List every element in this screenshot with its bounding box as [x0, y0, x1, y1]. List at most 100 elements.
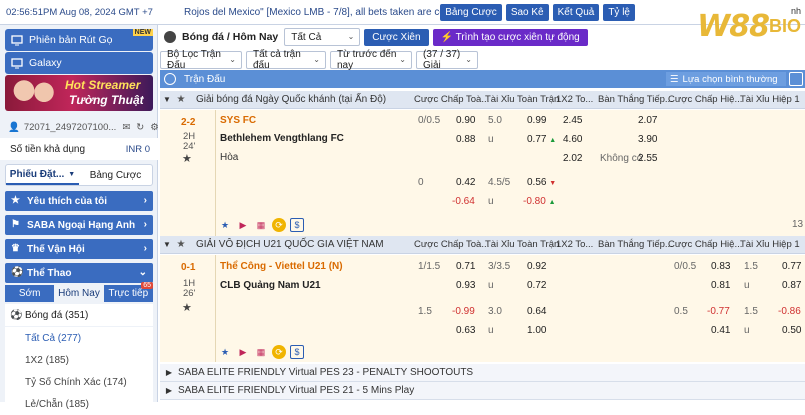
- star-icon[interactable]: ★: [174, 239, 188, 250]
- odds-cell[interactable]: 1.00: [527, 325, 546, 336]
- bet-list-button[interactable]: Bảng Cược: [440, 3, 502, 21]
- category-saba-premier[interactable]: ⚑ SABA Ngoại Hạng Anh ›: [5, 215, 153, 235]
- time-filter-select[interactable]: Từ trước đến nay ⌄: [330, 49, 412, 71]
- market-1x2[interactable]: 1X2 (185): [5, 349, 153, 371]
- match-filter-select[interactable]: Tất cả trận đấu ⌄: [246, 49, 326, 71]
- odds-cell[interactable]: 0.42: [456, 177, 475, 188]
- odds-cell[interactable]: 0.64: [527, 306, 546, 317]
- galaxy-button[interactable]: Galaxy: [5, 52, 153, 74]
- mail-icon[interactable]: ✉: [122, 122, 130, 133]
- refresh-icon[interactable]: ↻: [136, 122, 144, 133]
- league-group-collapsed[interactable]: ▶ SABA ELITE FRIENDLY Virtual PES 21 - 5…: [160, 382, 805, 400]
- odds-cell[interactable]: 0.56 ▼: [527, 177, 556, 188]
- market-all[interactable]: Tất Cả (277): [5, 327, 153, 349]
- odds-cell[interactable]: 0.72: [527, 280, 546, 291]
- medal-icon: ♛: [11, 243, 20, 254]
- odds-cell[interactable]: 0.77: [782, 261, 801, 272]
- league-group-collapsed[interactable]: ▶ SABA ELITE FRIENDLY Virtual PES 23 - P…: [160, 364, 805, 382]
- odds-cell[interactable]: -0.86: [778, 306, 801, 317]
- market-odd-even[interactable]: Lẻ/Chẵn (185): [5, 393, 153, 415]
- odds-cell[interactable]: -0.77: [707, 306, 730, 317]
- tab-live-label: Trực tiếp: [108, 288, 149, 299]
- cashout-icon[interactable]: $: [290, 218, 304, 232]
- odds-cell[interactable]: 0.90: [456, 115, 475, 126]
- tab-early[interactable]: Sớm: [5, 285, 54, 302]
- match-info: [160, 110, 216, 237]
- home-team: Thể Công - Viettel U21 (N): [220, 261, 343, 272]
- news-ticker[interactable]: Rojos del Mexico" [Mexico LMB - 7/8], al…: [168, 7, 440, 18]
- category-favorites[interactable]: ★ Yêu thích của tôi ›: [5, 191, 153, 211]
- sport-soccer-label: Bóng đá: [25, 309, 63, 321]
- video-icon[interactable]: ▶: [236, 345, 250, 359]
- market-oe-label: Lẻ/Chẵn: [25, 398, 63, 410]
- odds-cell[interactable]: 2.02: [563, 153, 582, 164]
- sort-select[interactable]: ☰ Lựa chọn bình thường: [666, 72, 786, 86]
- odds-cell[interactable]: 2.55: [638, 153, 657, 164]
- match-score: 2-2: [181, 117, 196, 128]
- odds-cell[interactable]: 0.81: [711, 280, 730, 291]
- odds-cell[interactable]: 0.77 ▲: [527, 134, 556, 145]
- star-icon[interactable]: ★: [182, 301, 192, 314]
- odds-cell[interactable]: 0.83: [711, 261, 730, 272]
- odds-button[interactable]: Tỷ lệ: [603, 3, 635, 21]
- league-header[interactable]: ▼ ★ Giải bóng đá Ngày Quốc khánh (tại Ấn…: [160, 91, 805, 109]
- odds-cell[interactable]: 0.63: [456, 325, 475, 336]
- odds-cell[interactable]: 2.07: [638, 115, 657, 126]
- hot-streamer-banner[interactable]: Hot Streamer Tường Thuật: [5, 75, 153, 111]
- sport-soccer[interactable]: ⚽ Bóng đá (351): [5, 304, 153, 326]
- expand-icon[interactable]: [789, 72, 803, 86]
- stats-icon[interactable]: ▦: [254, 345, 268, 359]
- star-icon[interactable]: ★: [174, 94, 188, 105]
- category-sports[interactable]: ⚽ Thể Thao ⌄: [5, 263, 153, 283]
- odds-cell[interactable]: 0.92: [527, 261, 546, 272]
- star-icon[interactable]: ★: [182, 152, 192, 165]
- tab-bet-slip[interactable]: Phiếu Đặt... ▼: [6, 165, 79, 185]
- odds-cell[interactable]: 0.99: [527, 115, 546, 126]
- odds-cell[interactable]: 0.87: [782, 280, 801, 291]
- odds-cell[interactable]: 3.90: [638, 134, 657, 145]
- tab-today[interactable]: Hôm Nay: [54, 285, 104, 302]
- odds-cell[interactable]: -0.80 ▲: [523, 196, 556, 207]
- col-over-under: Tài Xỉu Toàn Trận: [485, 94, 560, 105]
- category-olympics[interactable]: ♛ Thế Vận Hội ›: [5, 239, 153, 259]
- tab-live[interactable]: Trực tiếp 65: [104, 282, 153, 302]
- cashout-icon[interactable]: $: [290, 345, 304, 359]
- stats-icon[interactable]: ▦: [254, 218, 268, 232]
- odds-cell[interactable]: 2.45: [563, 115, 582, 126]
- odds-cell[interactable]: 0.41: [711, 325, 730, 336]
- soccer-ball-icon: ⚽: [11, 267, 24, 278]
- statement-button[interactable]: Sao Kê: [505, 3, 549, 21]
- odds-cell[interactable]: -0.99: [452, 306, 475, 317]
- chevron-right-icon: ▶: [165, 386, 173, 395]
- market-select[interactable]: Tất Cả ⌄: [284, 28, 361, 46]
- league-header[interactable]: ▼ ★ GIẢI VÔ ĐỊCH U21 QUỐC GIA VIỆT NAM C…: [160, 236, 805, 254]
- collapse-icon[interactable]: ▼: [160, 95, 174, 104]
- odds-cell[interactable]: 0.88: [456, 134, 475, 145]
- league-filter-select[interactable]: Bộ Lọc Trận Đấu ⌄: [160, 49, 242, 71]
- away-team: Bethlehem Vengthlang FC: [220, 133, 344, 144]
- refresh-icon[interactable]: ⟳: [272, 218, 286, 232]
- refresh-icon[interactable]: ⟳: [272, 345, 286, 359]
- video-icon[interactable]: ▶: [236, 218, 250, 232]
- col-1x2: 1X2 To...: [556, 239, 594, 250]
- star-icon[interactable]: ★: [218, 345, 232, 359]
- odds-cell[interactable]: -0.64: [452, 196, 475, 207]
- odds-cell[interactable]: 0.93: [456, 280, 475, 291]
- auto-parlay-button[interactable]: ⚡ Trình tạo cược xiên tự động: [432, 28, 588, 46]
- odds-cell[interactable]: 0.71: [456, 261, 475, 272]
- settings-icon[interactable]: ⚙: [150, 122, 159, 133]
- collapse-icon[interactable]: ▼: [160, 240, 174, 249]
- tab-bet-list[interactable]: Bảng Cược: [79, 165, 152, 185]
- star-icon[interactable]: ★: [218, 218, 232, 232]
- league-count-select[interactable]: (37 / 37) Giải ⌄: [416, 49, 478, 71]
- under-label: u: [744, 325, 750, 336]
- compact-version-button[interactable]: Phiên bản Rút Gọ NEW: [5, 29, 153, 51]
- odds-cell[interactable]: 4.60: [563, 134, 582, 145]
- results-button[interactable]: Kết Quả: [552, 3, 600, 21]
- col-next-goal: Bàn Thắng Tiếp...: [598, 239, 673, 250]
- market-correct-score[interactable]: Tỷ Số Chính Xác (174): [5, 371, 153, 393]
- parlay-button[interactable]: Cược Xiên: [364, 28, 429, 46]
- odds-cell[interactable]: 0.50: [782, 325, 801, 336]
- col-1h-over-under: Tài Xỉu Hiệp 1: [740, 239, 800, 250]
- arrow-up-icon: ▲: [549, 137, 557, 144]
